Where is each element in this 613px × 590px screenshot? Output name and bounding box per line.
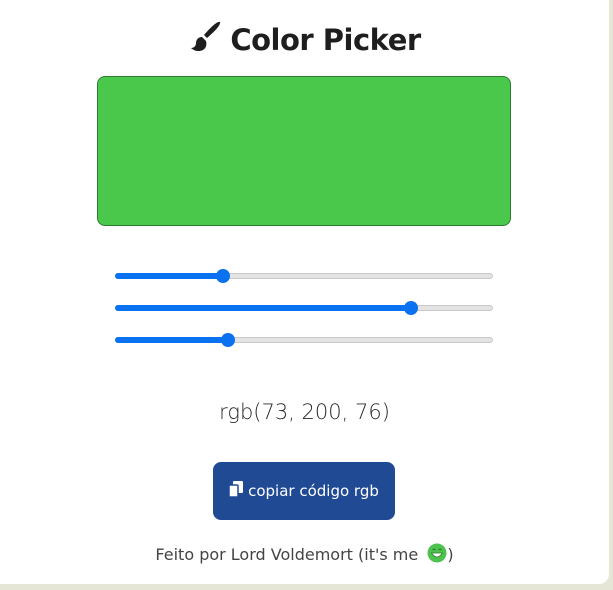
slider-fill xyxy=(115,273,224,279)
footer-close: ) xyxy=(447,545,454,564)
slider-thumb[interactable] xyxy=(216,269,231,283)
copy-button-label: copiar código rgb xyxy=(248,482,379,500)
color-preview xyxy=(97,76,511,226)
slider-thumb[interactable] xyxy=(220,333,235,347)
blue-slider[interactable] xyxy=(115,333,493,347)
paintbrush-icon xyxy=(188,20,222,61)
footer-text: Feito por Lord Voldemort (it's me xyxy=(155,545,424,564)
grinning-face-icon xyxy=(427,543,447,567)
red-slider[interactable] xyxy=(115,269,493,283)
title-text: Color Picker xyxy=(230,23,421,57)
slider-thumb[interactable] xyxy=(404,301,419,315)
page-title: Color Picker xyxy=(0,20,609,61)
slider-fill xyxy=(115,305,412,311)
color-picker-card: Color Picker rgb(73, 200, 76) copiar cód… xyxy=(0,0,609,584)
copy-rgb-button[interactable]: copiar código rgb xyxy=(213,462,395,520)
green-slider[interactable] xyxy=(115,301,493,315)
footer: Feito por Lord Voldemort (it's me ) xyxy=(0,543,609,567)
copy-icon xyxy=(228,481,244,501)
slider-fill xyxy=(115,337,228,343)
rgb-value-text: rgb(73, 200, 76) xyxy=(219,400,390,424)
